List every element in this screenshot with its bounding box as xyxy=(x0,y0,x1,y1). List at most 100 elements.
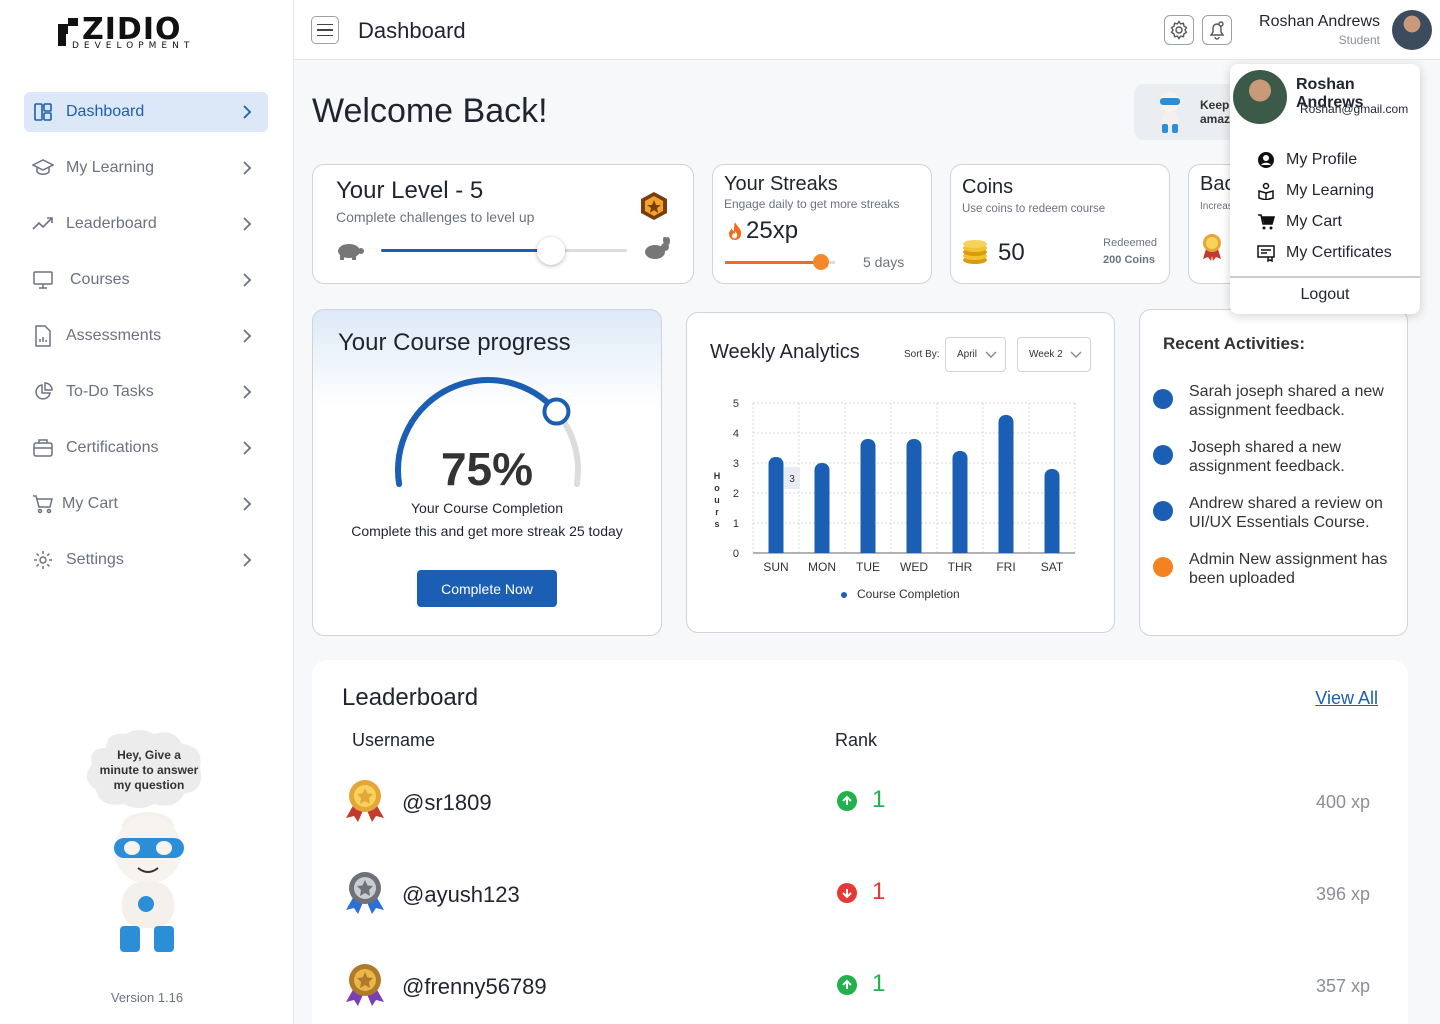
chevron-down-icon xyxy=(1070,351,1082,358)
bar xyxy=(998,415,1014,553)
streaks-days: 5 days xyxy=(863,254,905,270)
sidebar-item-todo-tasks[interactable]: To-Do Tasks xyxy=(24,372,268,412)
menu-item-label: My Learning xyxy=(1286,182,1375,199)
bar-base xyxy=(998,545,1014,553)
briefcase-icon xyxy=(32,437,54,459)
table-row[interactable]: @ayush123 1 396 xp xyxy=(342,870,1382,920)
avatar[interactable] xyxy=(1392,10,1432,50)
activity-text: Admin New assignment has been uploaded xyxy=(1189,551,1388,587)
chevron-right-icon xyxy=(243,105,252,119)
keep-going-banner: Keep amaz xyxy=(1134,84,1244,140)
y-axis-label-letter: u xyxy=(714,495,720,505)
hexagon-badge-icon xyxy=(641,192,667,220)
y-axis-label-letter: s xyxy=(714,519,719,529)
mascot-mini-icon xyxy=(1160,92,1180,133)
legend-dot-icon xyxy=(841,591,847,598)
level-subtitle: Complete challenges to level up xyxy=(336,209,535,225)
column-header-rank: Rank xyxy=(835,730,878,750)
notifications-button[interactable] xyxy=(1202,15,1232,45)
bar-base xyxy=(814,545,830,553)
level-progress-handle[interactable] xyxy=(536,237,565,265)
leaderboard-xp: 357 xp xyxy=(1315,976,1370,996)
logout-button[interactable]: Logout xyxy=(1230,286,1420,304)
rabbit-icon xyxy=(645,237,670,259)
streaks-title: Your Streaks xyxy=(724,173,838,195)
sidebar-item-settings[interactable]: Settings xyxy=(24,540,268,580)
course-progress-label: Your Course Completion xyxy=(410,500,563,516)
bar-base xyxy=(906,545,922,553)
bar xyxy=(952,451,968,553)
chevron-right-icon xyxy=(243,217,252,231)
coins-redeemed-value: 200 Coins xyxy=(1103,254,1155,266)
turtle-icon xyxy=(338,244,364,260)
streak-progress-fill xyxy=(725,261,821,264)
chevron-right-icon xyxy=(243,385,252,399)
cart-icon xyxy=(1256,212,1276,232)
streaks-card: Your Streaks Engage daily to get more st… xyxy=(712,164,932,284)
chevron-right-icon xyxy=(243,441,252,455)
level-progress-slider[interactable] xyxy=(381,237,627,265)
coins-subtitle: Use coins to redeem course xyxy=(962,203,1106,215)
activity-text: Joseph shared a new assignment feedback. xyxy=(1189,439,1345,475)
sidebar-item-assessments[interactable]: Assessments xyxy=(24,316,268,356)
table-row[interactable]: @frenny56789 1 357 xp xyxy=(342,962,1382,1012)
course-progress-description: Complete this and get more streak 25 tod… xyxy=(351,523,623,539)
chevron-right-icon xyxy=(243,329,252,343)
sidebar-item-label: Settings xyxy=(66,551,124,568)
sidebar-item-courses[interactable]: Courses xyxy=(24,260,268,300)
monitor-icon xyxy=(32,269,54,291)
sidebar-item-my-cart[interactable]: My Cart xyxy=(24,484,268,524)
menu-item-my-cart[interactable]: My Cart xyxy=(1256,212,1342,232)
sidebar-item-dashboard[interactable]: Dashboard xyxy=(24,92,268,132)
arrow-up-icon xyxy=(837,975,857,995)
course-progress-percent: 75% xyxy=(440,443,534,495)
user-role: Student xyxy=(1338,33,1380,47)
sidebar-item-label: Certifications xyxy=(66,439,159,456)
brand-sub: DEVELOPMENT xyxy=(72,41,195,51)
sidebar-item-label: Dashboard xyxy=(66,103,145,120)
menu-item-my-certificates[interactable]: My Certificates xyxy=(1256,243,1392,263)
menu-item-my-profile[interactable]: My Profile xyxy=(1256,150,1357,170)
view-all-link[interactable]: View All xyxy=(1315,688,1378,709)
leaderboard-title: Leaderboard xyxy=(342,684,479,711)
gold-medal-icon xyxy=(346,780,384,822)
reader-icon xyxy=(1256,181,1276,201)
analytics-title: Weekly Analytics xyxy=(710,341,860,363)
week-select[interactable]: Week 2 xyxy=(1017,337,1091,372)
streaks-xp: 25xp xyxy=(746,217,799,244)
version-label: Version 1.16 xyxy=(110,990,184,1005)
page-title: Dashboard xyxy=(358,18,466,43)
gear-icon xyxy=(1170,20,1188,40)
streaks-subtitle: Engage daily to get more streaks xyxy=(724,197,900,211)
x-tick-label: SUN xyxy=(763,560,788,574)
coins-value: 50 xyxy=(998,239,1025,266)
bell-icon xyxy=(1209,21,1225,40)
y-tick-label: 4 xyxy=(733,428,739,440)
brand-logo[interactable]: ZIDIO DEVELOPMENT xyxy=(54,12,204,54)
level-title: Your Level - 5 xyxy=(336,177,484,204)
hamburger-menu-icon[interactable] xyxy=(311,16,339,44)
table-row[interactable]: @sr1809 1 400 xp xyxy=(342,778,1382,828)
month-select-value: April xyxy=(957,349,978,360)
menu-item-my-learning[interactable]: My Learning xyxy=(1256,181,1374,201)
x-tick-label: THR xyxy=(948,560,973,574)
level-progress-fill xyxy=(381,249,551,252)
month-select[interactable]: April xyxy=(945,337,1006,372)
sidebar-item-certifications[interactable]: Certifications xyxy=(24,428,268,468)
column-header-username: Username xyxy=(352,730,436,750)
recent-activities-card: Recent Activities: Sarah joseph shared a… xyxy=(1139,309,1408,636)
sidebar-item-my-learning[interactable]: My Learning xyxy=(24,148,268,188)
avatar xyxy=(1233,70,1287,124)
y-axis-label-letter: o xyxy=(714,483,720,493)
sidebar-item-label: Assessments xyxy=(66,327,162,344)
complete-now-button[interactable]: Complete Now xyxy=(417,570,557,607)
pie-chart-icon xyxy=(32,381,54,403)
sidebar: ZIDIO DEVELOPMENT Dashboard My Learning … xyxy=(0,0,294,1024)
sidebar-item-leaderboard[interactable]: Leaderboard xyxy=(24,204,268,244)
bar xyxy=(1044,469,1060,553)
gear-icon xyxy=(32,549,54,571)
flame-icon xyxy=(729,222,742,240)
sidebar-item-label: My Cart xyxy=(62,495,118,512)
week-select-value: Week 2 xyxy=(1029,349,1063,360)
settings-button[interactable] xyxy=(1164,15,1194,45)
